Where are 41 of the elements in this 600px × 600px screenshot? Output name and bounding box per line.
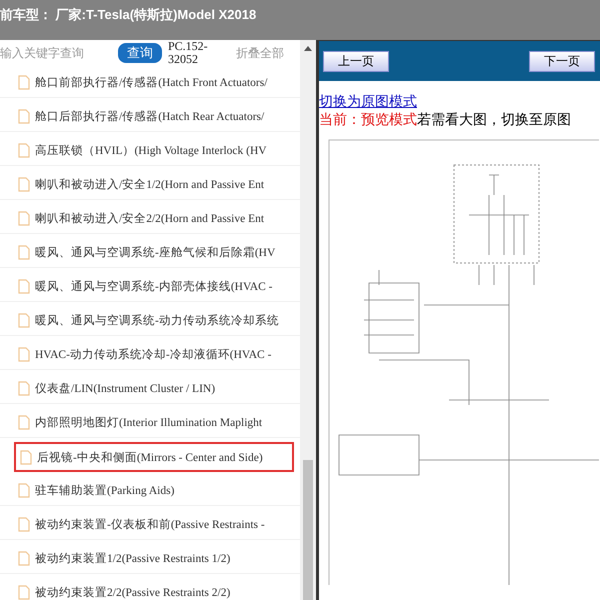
tree-item[interactable]: 驻车辅助装置(Parking Aids) <box>0 476 300 506</box>
document-icon <box>18 381 30 396</box>
tree-item[interactable]: 后视镜-中央和侧面(Mirrors - Center and Side) <box>14 442 294 472</box>
mode-hint: 若需看大图，切换至原图 <box>417 112 571 128</box>
vehicle-title: 前车型： 厂家:T-Tesla(特斯拉)Model X2018 <box>0 7 256 22</box>
document-icon <box>18 279 30 294</box>
document-icon <box>20 450 32 464</box>
document-icon <box>18 347 30 362</box>
search-button[interactable]: 查询 <box>118 43 162 63</box>
tree-item[interactable]: HVAC-动力传动系统冷却-冷却液循环(HVAC - <box>0 340 300 370</box>
next-page-button[interactable]: 下一页 <box>529 50 595 72</box>
scrollbar[interactable] <box>300 40 316 600</box>
document-icon <box>18 415 30 430</box>
code-text: PC.152-32052 <box>168 40 209 66</box>
document-icon <box>18 517 30 532</box>
document-icon <box>18 245 30 260</box>
document-icon <box>18 483 30 498</box>
tree-item[interactable]: 仪表盘/LIN(Instrument Cluster / LIN) <box>0 374 300 404</box>
document-icon <box>18 551 30 566</box>
tree-item[interactable]: 喇叭和被动进入/安全1/2(Horn and Passive Ent <box>0 170 300 200</box>
scroll-up-icon[interactable] <box>304 46 312 51</box>
tree-item[interactable]: 被动约束装置-仪表板和前(Passive Restraints - <box>0 510 300 540</box>
tree-item[interactable]: 舱口前部执行器/传感器(Hatch Front Actuators/ <box>0 68 300 98</box>
mode-label: 当前：预览模式 <box>319 112 417 128</box>
tree-item[interactable]: 喇叭和被动进入/安全2/2(Horn and Passive Ent <box>0 204 300 234</box>
document-icon <box>18 143 30 158</box>
tree-item[interactable]: 舱口后部执行器/传感器(Hatch Rear Actuators/ <box>0 102 300 132</box>
document-icon <box>18 75 30 90</box>
document-icon <box>18 211 30 226</box>
tree-item[interactable]: 内部照明地图灯(Interior Illumination Maplight <box>0 408 300 438</box>
tree-item[interactable]: 暖风、通风与空调系统-座舱气候和后除霜(HV <box>0 238 300 268</box>
tree-item[interactable]: 暖风、通风与空调系统-动力传动系统冷却系统 <box>0 306 300 336</box>
tree-item[interactable]: 高压联锁（HVIL）(High Voltage Interlock (HV <box>0 136 300 166</box>
tree-item[interactable]: 暖风、通风与空调系统-内部壳体接线(HVAC - <box>0 272 300 302</box>
switch-mode-link[interactable]: 切换为原图模式 <box>319 94 417 110</box>
document-icon <box>18 313 30 328</box>
document-icon <box>18 177 30 192</box>
scroll-thumb[interactable] <box>303 460 313 600</box>
tree-item[interactable]: 被动约束装置1/2(Passive Restraints 1/2) <box>0 544 300 574</box>
prev-page-button[interactable]: 上一页 <box>323 50 389 72</box>
document-icon <box>18 109 30 124</box>
